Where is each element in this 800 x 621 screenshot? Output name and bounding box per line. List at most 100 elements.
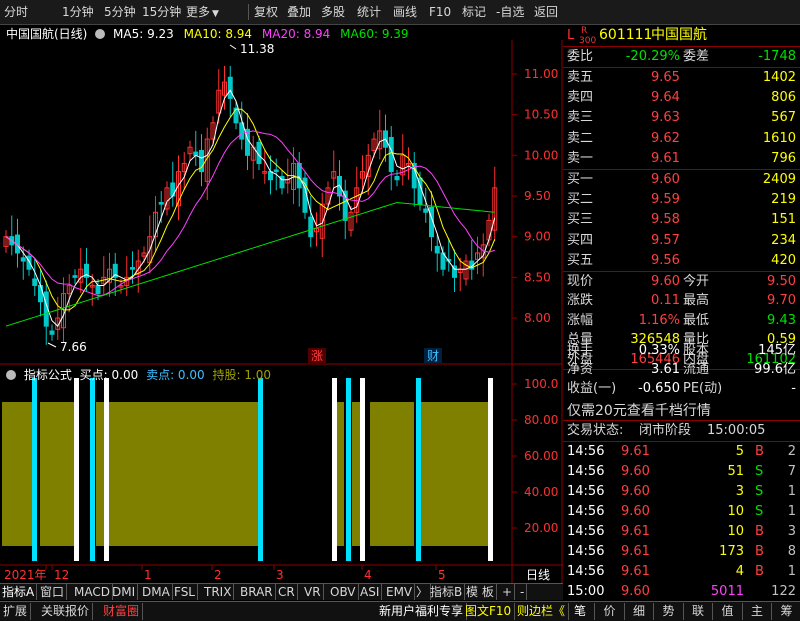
ask-row[interactable]: 卖五9.651402 xyxy=(563,68,800,87)
ma20-line xyxy=(6,131,495,296)
sell-signal-bar xyxy=(258,378,263,561)
tab-5[interactable]: FSL xyxy=(172,584,198,600)
toolbar-diejia[interactable]: 叠加 xyxy=(287,4,311,20)
tab-3[interactable]: DMI xyxy=(110,584,138,600)
ask-volume: 1402 xyxy=(763,68,796,87)
bottom-tab-mid-0[interactable]: 新用户福利专享 xyxy=(376,603,467,620)
candle-body xyxy=(50,331,54,334)
marker-cai: 财 xyxy=(427,349,439,363)
tick-side: B xyxy=(755,562,764,581)
bottom-tab-right-1[interactable]: 价 xyxy=(596,603,625,620)
toolbar-huaxian[interactable]: 画线 xyxy=(393,4,417,20)
bottom-tab-mid-1[interactable]: 图文F10 xyxy=(462,603,515,620)
bid-row[interactable]: 买四9.57234 xyxy=(563,231,800,250)
weicha-value: -1748 xyxy=(758,47,796,66)
tab-7[interactable]: BRAR xyxy=(238,584,276,600)
bottom-tab-right-0[interactable]: 笔 xyxy=(566,603,595,620)
marker-zhang: 涨 xyxy=(311,348,323,363)
tick-time: 14:56 xyxy=(567,562,604,581)
bid-row[interactable]: 买三9.58151 xyxy=(563,210,800,229)
tab-11[interactable]: ASI xyxy=(358,584,382,600)
bottom-tab-right-6[interactable]: 主 xyxy=(743,603,772,620)
hold-region xyxy=(420,402,488,546)
toolbar-zixuan[interactable]: -自选 xyxy=(496,4,524,20)
toolbar-1min[interactable]: 1分钟 xyxy=(62,4,94,20)
tab-16[interactable]: + xyxy=(500,584,515,600)
tab-17[interactable]: - xyxy=(518,584,527,600)
tick-side: B xyxy=(755,542,764,561)
tab-4[interactable]: DMA xyxy=(140,584,173,600)
tab-9[interactable]: VR xyxy=(302,584,324,600)
tab-14[interactable]: 指标B xyxy=(428,584,465,600)
row-label: 换手 xyxy=(567,341,593,360)
bid-price: 9.60 xyxy=(651,170,680,189)
tab-10[interactable]: OBV xyxy=(328,584,359,600)
toolbar-biaoji[interactable]: 标记 xyxy=(462,4,486,20)
weibi-row: 委比 -20.29% 委差 -1748 xyxy=(563,47,800,66)
date-label: 5 xyxy=(438,568,446,582)
bottom-tab-right-4[interactable]: 联 xyxy=(684,603,713,620)
tab-15[interactable]: 模 板 xyxy=(464,584,497,600)
hold-region xyxy=(2,402,32,546)
tick-price: 9.60 xyxy=(621,462,650,481)
toolbar-tongji[interactable]: 统计 xyxy=(357,4,381,20)
bottom-tab-right-3[interactable]: 势 xyxy=(655,603,684,620)
buy-signal-bar xyxy=(74,378,79,561)
stat-row: 涨幅1.16%最低9.43 xyxy=(563,311,800,330)
bid-row[interactable]: 买一9.602409 xyxy=(563,170,800,189)
bid-price: 9.57 xyxy=(651,231,680,250)
hold-region xyxy=(96,402,258,546)
toolbar-more[interactable]: 更多▼ xyxy=(186,4,219,20)
period-label[interactable]: 日线 xyxy=(526,568,550,582)
ask-row[interactable]: 卖四9.64806 xyxy=(563,88,800,107)
promo-row[interactable]: 仅需20元查看千档行情 xyxy=(563,400,800,422)
stat-row: 现价9.60今开9.50 xyxy=(563,272,800,291)
row-value: 0.11 xyxy=(651,291,680,310)
bottom-tab-mid-2[interactable]: 则边栏《 xyxy=(514,603,569,620)
tab-8[interactable]: CR xyxy=(276,584,298,600)
ask-volume: 806 xyxy=(771,88,796,107)
bid-volume: 2409 xyxy=(763,170,796,189)
dropdown-circle-icon[interactable] xyxy=(95,29,105,39)
tab-2[interactable]: MACD xyxy=(72,584,113,600)
indicator-tick-label: 100.0 xyxy=(524,377,558,391)
stat2-row: 换手0.33%股本145亿 xyxy=(563,341,800,360)
quote-header: L R 300 601111 中国国航 xyxy=(563,24,800,46)
bid-label: 买四 xyxy=(567,231,593,250)
tab-1[interactable]: 窗口 xyxy=(38,584,67,600)
ask-row[interactable]: 卖二9.621610 xyxy=(563,129,800,148)
candle-body xyxy=(21,258,25,261)
ma5-line xyxy=(6,90,495,326)
bottom-tab-left-2[interactable]: 财富圈 xyxy=(100,603,143,620)
bottom-tab-right-7[interactable]: 筹 xyxy=(773,603,800,620)
bottom-tab-right-2[interactable]: 细 xyxy=(625,603,654,620)
ask-row[interactable]: 卖一9.61796 xyxy=(563,149,800,168)
toolbar-duogu[interactable]: 多股 xyxy=(321,4,345,20)
bottom-tab-right-5[interactable]: 值 xyxy=(714,603,743,620)
tab-6[interactable]: TRIX xyxy=(202,584,234,600)
trade-status-row: 交易状态: 闭市阶段 15:00:05 xyxy=(563,421,800,441)
ask-price: 9.64 xyxy=(651,88,680,107)
top-toolbar: 分时 1分钟 5分钟 15分钟 更多▼ 复权 叠加 多股 统计 画线 F10 标… xyxy=(0,0,800,25)
promo-text[interactable]: 仅需20元查看千档行情 xyxy=(567,400,711,422)
bottom-tab-left-1[interactable]: 关联报价 xyxy=(38,603,93,620)
kline-chart[interactable]: 11.0010.5010.009.509.008.508.00100.080.0… xyxy=(0,40,563,583)
toolbar-f10[interactable]: F10 xyxy=(429,4,451,20)
tab-0[interactable]: 指标A xyxy=(0,584,37,600)
ask-row[interactable]: 卖三9.63567 xyxy=(563,108,800,127)
weicha-label: 委差 xyxy=(683,47,709,66)
bottom-tab-left-0[interactable]: 扩展 xyxy=(0,603,31,620)
bid-row[interactable]: 买五9.56420 xyxy=(563,251,800,270)
toolbar-5min[interactable]: 5分钟 xyxy=(104,4,136,20)
dropdown-circle-icon[interactable] xyxy=(6,370,16,380)
bid-price: 9.56 xyxy=(651,251,680,270)
bid-row[interactable]: 买二9.59219 xyxy=(563,190,800,209)
tab-12[interactable]: EMV xyxy=(384,584,415,600)
toolbar-fenshi[interactable]: 分时 xyxy=(4,4,28,20)
toolbar-fanhui[interactable]: 返回 xyxy=(534,4,558,20)
toolbar-fuquan[interactable]: 复权 xyxy=(254,4,278,20)
row-value: 0.33% xyxy=(639,341,680,360)
ma60-label: MA60: 9.39 xyxy=(340,27,408,41)
toolbar-15min[interactable]: 15分钟 xyxy=(142,4,181,20)
tick-volume: 4 xyxy=(736,562,744,581)
